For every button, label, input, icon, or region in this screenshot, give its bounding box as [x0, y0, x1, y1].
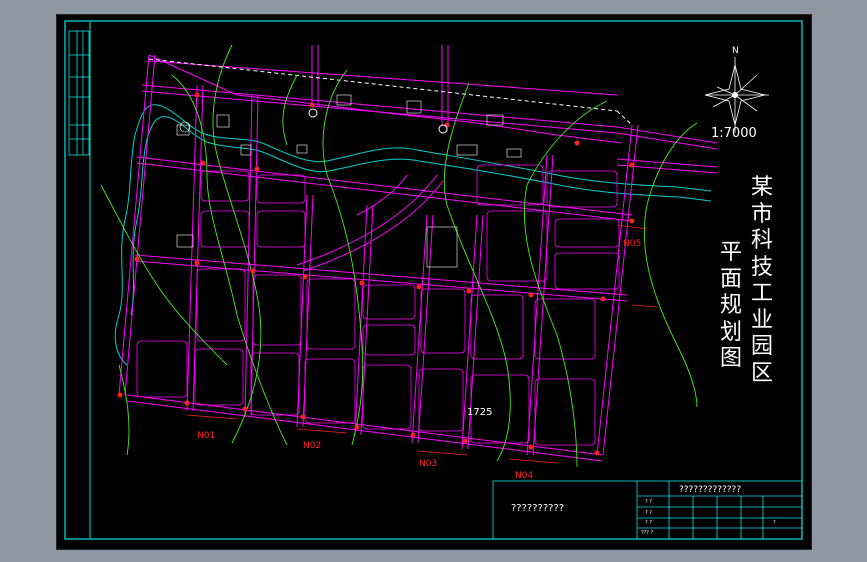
drawing-title-col2: 平 面 规 划 图: [719, 240, 743, 373]
title-char: 规: [719, 293, 742, 318]
title-char: 某: [750, 175, 773, 200]
block-label: 1725: [467, 407, 493, 418]
drawing-title-col1: 某 市 科 技 工 业 园 区: [750, 175, 774, 387]
section-label-n02: N02: [303, 441, 322, 451]
title-char: 平: [719, 240, 742, 265]
title-char: 区: [750, 360, 773, 386]
project-name: ??????????: [511, 503, 565, 514]
title-block-row: ? ?: [645, 520, 652, 526]
scale-label: 1:7000: [711, 126, 757, 141]
section-label-n04: N04: [515, 471, 534, 481]
title-block-header: ?????????????: [679, 485, 742, 495]
title-char: 业: [750, 307, 773, 333]
title-char: 划: [719, 319, 742, 345]
section-label-n01: N01: [197, 431, 216, 441]
section-label-n03: N03: [419, 459, 438, 469]
title-char: 技: [750, 254, 773, 280]
title-block-row: ? ?: [645, 510, 652, 516]
title-char: 科: [750, 228, 773, 253]
north-letter: N: [732, 46, 739, 56]
title-char: 面: [719, 266, 742, 292]
sheet-number: ?: [773, 520, 776, 526]
title-char: 园: [750, 334, 773, 359]
title-char: 图: [719, 346, 742, 371]
title-char: 市: [750, 201, 773, 227]
drawing-sheet: N 1:7000 某 市 科 技 工 业 园 区 平 面 规 划 图 N01 N…: [56, 14, 812, 550]
title-block-row: ? ?: [645, 499, 652, 505]
title-char: 工: [750, 281, 773, 306]
title-block-row: ??? ?: [641, 530, 654, 536]
section-label-n05: N05: [623, 239, 642, 249]
